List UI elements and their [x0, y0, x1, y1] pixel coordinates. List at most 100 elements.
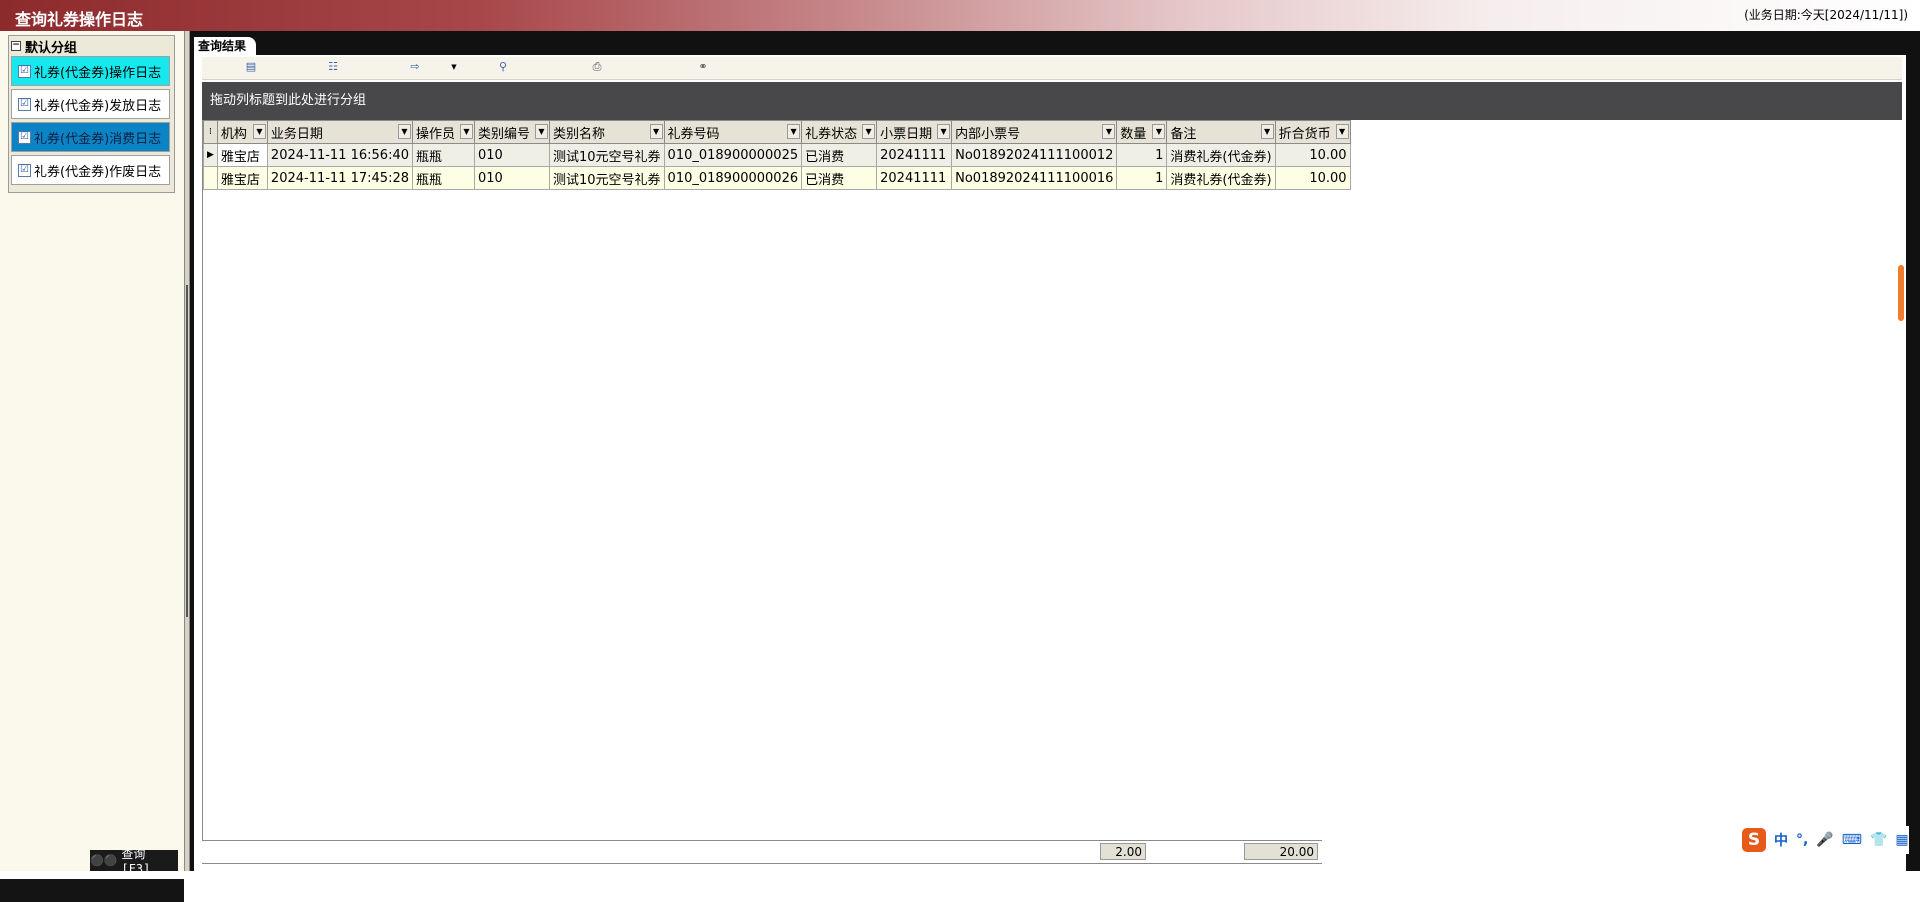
splitter-grip[interactable] — [186, 285, 188, 617]
tab-content: ▤ ☷ ⇨ ▼ ⚲ ⎙ ⚭ 拖动列标题到此处进行分组 ⁞ 机构 ▼ 业务日期 ▼… — [194, 55, 1906, 871]
column-header-remark[interactable]: 备注 ▼ — [1166, 120, 1276, 144]
nav-item-consume-log[interactable]: ☑ 礼券(代金券)消费日志 — [11, 122, 170, 152]
nav-item-label: 礼券(代金券)发放日志 — [34, 98, 162, 114]
print-icon[interactable]: ⎙ — [590, 61, 604, 73]
checkbox-icon[interactable]: ☑ — [18, 163, 31, 177]
cell-internal-receipt[interactable]: No01892024111100012 — [951, 143, 1118, 167]
preview-icon[interactable]: ⚲ — [496, 61, 510, 73]
column-header-category-name[interactable]: 类别名称 ▼ — [549, 120, 665, 144]
row-indicator — [203, 166, 218, 190]
cell-org[interactable]: 雅宝店 — [216, 143, 268, 167]
toolbox-icon[interactable]: ▦ — [1895, 832, 1908, 848]
checkbox-icon[interactable]: ☑ — [18, 130, 31, 144]
table-header-row: ⁞ 机构 ▼ 业务日期 ▼ 操作员 ▼ 类别编号 ▼ 类别名称 ▼ 礼券号码 ▼ 礼券状态 ▼… — [203, 120, 1351, 144]
table-row[interactable]: 雅宝店 2024-11-11 17:45:28 瓶瓶 010 测试10元空号礼券… — [203, 166, 1351, 190]
column-chooser-icon[interactable]: ☷ — [326, 61, 340, 73]
left-panel: − 默认分组 ☑ 礼券(代金券)操作日志 ☑ 礼券(代金券)发放日志 ☑ 礼券(… — [0, 31, 184, 902]
cell-org[interactable]: 雅宝店 — [216, 166, 268, 190]
cell-coupon-number[interactable]: 010_018900000025 — [663, 143, 803, 167]
punctuation-icon[interactable]: °, — [1796, 832, 1808, 848]
query-button[interactable]: ⚫⚫ 查询 [F3] — [90, 847, 178, 876]
dropdown-arrow-icon[interactable]: ▼ — [1335, 124, 1349, 139]
data-grid: ⁞ 机构 ▼ 业务日期 ▼ 操作员 ▼ 类别编号 ▼ 类别名称 ▼ 礼券号码 ▼ 礼券状态 ▼… — [202, 120, 1903, 840]
dropdown-arrow-icon[interactable]: ▼ — [649, 124, 663, 139]
column-header-operator[interactable]: 操作员 ▼ — [412, 120, 475, 144]
dropdown-arrow-icon[interactable]: ▼ — [787, 124, 801, 139]
cell-category-code[interactable]: 010 — [474, 143, 550, 167]
export-dropdown-icon[interactable]: ▼ — [447, 61, 461, 73]
business-date: (业务日期:今天[2024/11/11]) — [1744, 8, 1908, 22]
cell-coupon-status[interactable]: 已消费 — [801, 143, 878, 167]
main-area: 查询结果 ▤ ☷ ⇨ ▼ ⚲ ⎙ ⚭ 拖动列标题到此处进行分组 ⁞ 机构 ▼ 业… — [190, 31, 1920, 871]
amount-total: 20.00 — [1244, 843, 1318, 860]
ime-toolbar: S 中 °, 🎤 ⌨ 👕 ▦ — [1742, 826, 1909, 854]
dropdown-arrow-icon[interactable]: ▼ — [460, 124, 473, 139]
sogou-logo-icon[interactable]: S — [1742, 828, 1766, 852]
group-icon[interactable]: ▤ — [244, 61, 258, 73]
cell-amount[interactable]: 10.00 — [1274, 166, 1351, 190]
cell-coupon-status[interactable]: 已消费 — [801, 166, 878, 190]
nav-item-void-log[interactable]: ☑ 礼券(代金券)作废日志 — [11, 155, 170, 185]
row-indicator-header: ⁞ — [203, 120, 218, 144]
nav-item-label: 礼券(代金券)操作日志 — [34, 65, 162, 81]
column-header-org[interactable]: 机构 ▼ — [216, 120, 268, 144]
nav-item-label: 礼券(代金券)作废日志 — [34, 164, 162, 180]
binoculars-icon: ⚫⚫ — [90, 854, 118, 867]
column-header-business-date[interactable]: 业务日期 ▼ — [266, 120, 414, 144]
nav-item-issue-log[interactable]: ☑ 礼券(代金券)发放日志 — [11, 89, 170, 119]
checkbox-icon[interactable]: ☑ — [18, 64, 31, 78]
dropdown-arrow-icon[interactable]: ▼ — [398, 124, 411, 139]
group-title: 默认分组 — [25, 40, 78, 56]
cell-business-date[interactable]: 2024-11-11 17:45:28 — [266, 166, 414, 190]
chinese-mode-icon[interactable]: 中 — [1774, 830, 1788, 850]
table-row[interactable]: ▶ 雅宝店 2024-11-11 16:56:40 瓶瓶 010 测试10元空号… — [203, 143, 1351, 167]
summary-footer: 2.00 20.00 — [202, 840, 1322, 864]
cell-business-date[interactable]: 2024-11-11 16:56:40 — [266, 143, 414, 167]
current-row-icon: ▶ — [203, 143, 218, 167]
group-by-area[interactable]: 拖动列标题到此处进行分组 — [202, 82, 1902, 120]
app-title: 查询礼券操作日志 — [15, 10, 144, 29]
nav-item-operation-log[interactable]: ☑ 礼券(代金券)操作日志 — [11, 56, 170, 86]
column-header-internal-receipt[interactable]: 内部小票号 ▼ — [951, 120, 1118, 144]
column-header-coupon-number[interactable]: 礼券号码 ▼ — [663, 120, 803, 144]
cell-quantity[interactable]: 1 — [1116, 143, 1168, 167]
cell-category-code[interactable]: 010 — [474, 166, 550, 190]
group-header[interactable]: − 默认分组 — [11, 38, 78, 56]
column-header-category-code[interactable]: 类别编号 ▼ — [474, 120, 550, 144]
dropdown-arrow-icon[interactable]: ▼ — [1102, 124, 1116, 139]
cell-remark[interactable]: 消费礼券(代金券) — [1166, 143, 1276, 167]
dropdown-arrow-icon[interactable]: ▼ — [937, 124, 951, 139]
cell-receipt-date[interactable]: 20241111 — [876, 166, 953, 190]
query-button-label: 查询 [F3] — [121, 847, 151, 876]
column-header-amount[interactable]: 折合货币 ▼ — [1274, 120, 1351, 144]
cell-category-name[interactable]: 测试10元空号礼券 — [549, 166, 665, 190]
dropdown-arrow-icon[interactable]: ▼ — [1260, 124, 1274, 139]
export-icon[interactable]: ⇨ — [408, 61, 422, 73]
scroll-marker[interactable] — [1898, 265, 1904, 321]
cell-coupon-number[interactable]: 010_018900000026 — [663, 166, 803, 190]
cell-receipt-date[interactable]: 20241111 — [876, 143, 953, 167]
column-header-quantity[interactable]: 数量 ▼ — [1116, 120, 1168, 144]
cell-internal-receipt[interactable]: No01892024111100016 — [951, 166, 1118, 190]
dropdown-arrow-icon[interactable]: ▼ — [862, 124, 876, 139]
link-icon[interactable]: ⚭ — [696, 61, 710, 73]
dropdown-arrow-icon[interactable]: ▼ — [535, 124, 548, 139]
checkbox-icon[interactable]: ☑ — [18, 97, 31, 111]
column-header-coupon-status[interactable]: 礼券状态 ▼ — [801, 120, 878, 144]
cell-remark[interactable]: 消费礼券(代金券) — [1166, 166, 1276, 190]
left-footer — [0, 879, 184, 902]
nav-group: − 默认分组 ☑ 礼券(代金券)操作日志 ☑ 礼券(代金券)发放日志 ☑ 礼券(… — [8, 35, 175, 193]
dropdown-arrow-icon[interactable]: ▼ — [252, 124, 266, 139]
cell-quantity[interactable]: 1 — [1116, 166, 1168, 190]
cell-operator[interactable]: 瓶瓶 — [412, 166, 475, 190]
microphone-icon[interactable]: 🎤 — [1816, 832, 1833, 848]
keyboard-icon[interactable]: ⌨ — [1842, 832, 1862, 848]
dropdown-arrow-icon[interactable]: ▼ — [1152, 124, 1166, 139]
cell-amount[interactable]: 10.00 — [1274, 143, 1351, 167]
column-header-receipt-date[interactable]: 小票日期 ▼ — [876, 120, 953, 144]
tab-query-result[interactable]: 查询结果 — [194, 37, 257, 55]
cell-category-name[interactable]: 测试10元空号礼券 — [549, 143, 665, 167]
skin-icon[interactable]: 👕 — [1870, 832, 1887, 848]
cell-operator[interactable]: 瓶瓶 — [412, 143, 475, 167]
collapse-icon[interactable]: − — [11, 41, 21, 51]
